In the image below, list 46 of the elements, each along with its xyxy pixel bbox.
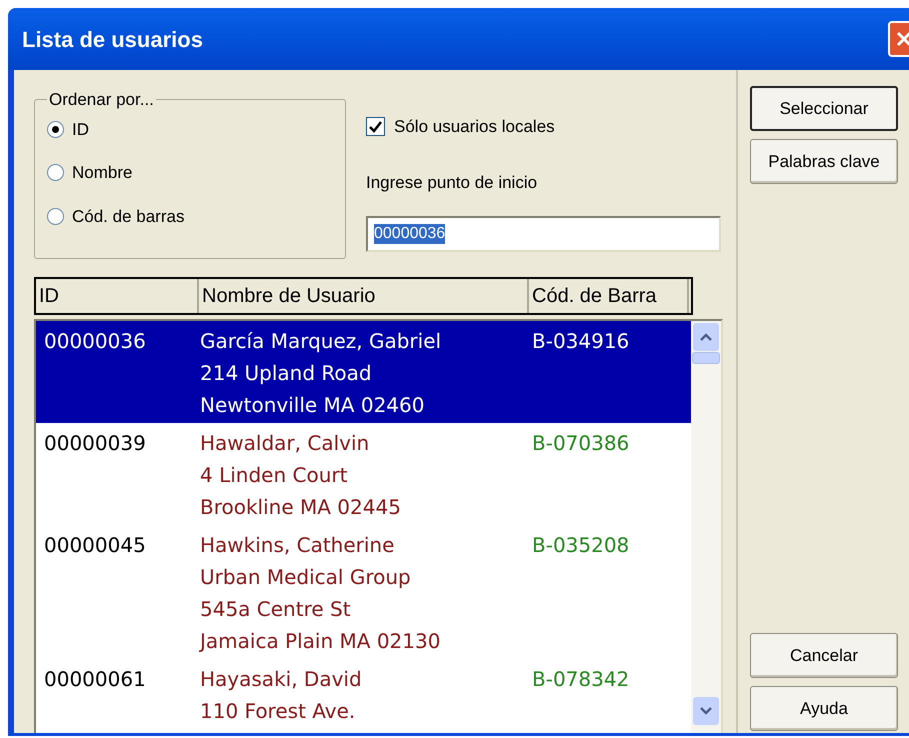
user-detail-line: 4 Linden Court <box>200 462 348 489</box>
user-row[interactable]: 00000036 García Marquez, Gabriel 214 Upland Road Newtonville MA 02460 B-034916 <box>36 321 691 423</box>
column-header[interactable]: Nombre de Usuario <box>199 279 529 313</box>
id-cell-text: 00000039 <box>43 430 147 457</box>
radio-button[interactable] <box>47 120 64 138</box>
user-detail-line: García Marquez, Gabriel <box>200 328 442 355</box>
user-detail-line: Brookline MA 02445 <box>200 494 402 521</box>
scroll-thumb[interactable] <box>692 352 720 364</box>
dialog-button[interactable]: Cancelar <box>750 633 898 678</box>
user-detail-line: 545a Centre St <box>200 596 352 623</box>
user-detail-line: Hayasaki, David <box>200 666 363 693</box>
start-point-field[interactable]: 00000036 <box>366 216 721 252</box>
checkbox[interactable] <box>366 117 385 136</box>
group-title: Ordenar por... <box>48 89 155 111</box>
user-detail-line: Jamaica Plain MA 02130 <box>200 628 442 655</box>
radio-button[interactable] <box>47 208 64 225</box>
user-detail-line: 110 Forest Ave. <box>200 698 356 725</box>
column-header[interactable]: Cód. de Barra <box>529 279 689 313</box>
barcode-cell-text: B-034916 <box>531 328 630 355</box>
sort-radio[interactable]: Nombre <box>47 160 132 186</box>
id-cell-text: 00000061 <box>43 666 147 693</box>
id-cell-text: 00000045 <box>43 532 147 559</box>
close-icon <box>895 30 909 48</box>
user-detail-line: Urban Medical Group <box>200 564 412 591</box>
radio-button[interactable] <box>47 164 64 182</box>
window-title: Lista de usuarios <box>22 26 203 54</box>
user-detail-line: Newtonville MA 02460 <box>200 392 426 419</box>
scroll-up-button[interactable] <box>693 323 719 351</box>
barcode-cell-text: B-078342 <box>531 666 630 693</box>
sort-radio[interactable]: ID <box>47 116 89 142</box>
column-header[interactable]: ID <box>36 279 199 313</box>
scroll-down-button[interactable] <box>693 697 719 725</box>
barcode-cell-text: B-070386 <box>531 430 630 457</box>
checkmark-icon <box>369 120 382 133</box>
scrollbar[interactable] <box>691 321 721 733</box>
user-detail-line: Hawkins, Catherine <box>200 532 396 559</box>
barcode-cell-text: B-035208 <box>531 532 630 559</box>
dialog-button[interactable]: Seleccionar <box>750 86 898 131</box>
local-users-checkbox[interactable]: Sólo usuarios locales <box>366 114 721 140</box>
field-label: Ingrese punto de inicio <box>366 172 538 194</box>
id-cell-text: 00000036 <box>43 328 147 355</box>
dialog-button[interactable]: Palabras clave <box>750 139 898 184</box>
user-detail-line: Hawaldar, Calvin <box>200 430 370 457</box>
sort-radio[interactable]: Cód. de barras <box>47 204 184 229</box>
dialog-button[interactable]: Ayuda <box>750 686 898 731</box>
user-detail-line: 214 Upland Road <box>200 360 373 387</box>
